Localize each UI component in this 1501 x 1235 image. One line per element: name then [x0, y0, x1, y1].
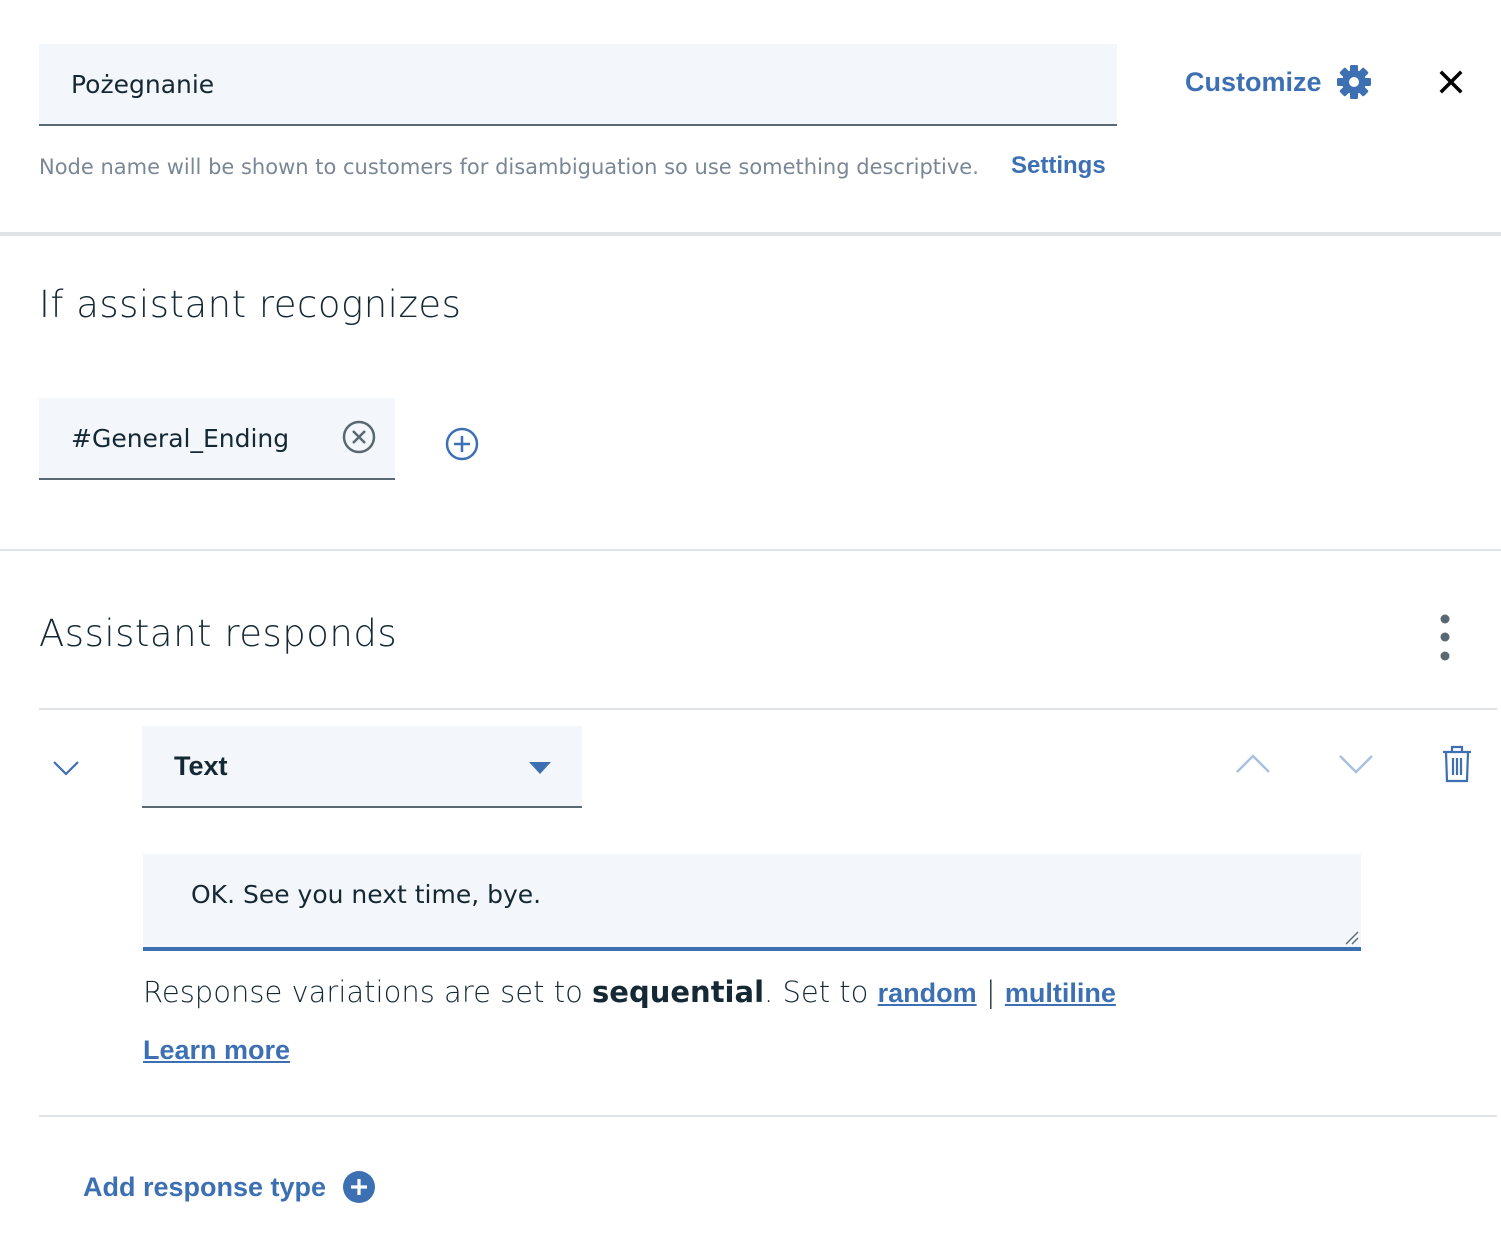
variations-sentence: Response variations are set to sequentia… [143, 975, 1116, 1009]
add-circle-icon[interactable] [444, 426, 480, 462]
chevron-down-icon[interactable] [1336, 748, 1376, 780]
response-type-select[interactable]: Text [142, 726, 582, 808]
customize-label: Customize [1185, 66, 1322, 97]
set-random-link[interactable]: random [878, 978, 977, 1008]
response-variation-input[interactable]: OK. See you next time, bye. [143, 854, 1361, 951]
trash-icon[interactable] [1440, 744, 1474, 784]
node-name-helper-text: Node name will be shown to customers for… [39, 155, 979, 179]
variations-suffix: . Set to [764, 975, 878, 1009]
recognizes-title: If assistant recognizes [39, 283, 462, 326]
caret-down-icon [529, 762, 551, 774]
section-divider [0, 232, 1501, 236]
add-response-type-button[interactable]: Add response type [83, 1170, 376, 1204]
responds-title: Assistant responds [39, 612, 398, 655]
response-divider [39, 1115, 1497, 1117]
resize-handle-icon[interactable] [1343, 929, 1359, 945]
add-response-label: Add response type [83, 1171, 327, 1202]
remove-circle-icon[interactable] [341, 419, 377, 455]
customize-button[interactable]: Customize [1185, 62, 1372, 102]
chevron-up-icon[interactable] [1233, 748, 1273, 780]
section-divider [0, 549, 1501, 551]
set-multiline-link[interactable]: multiline [1005, 978, 1116, 1008]
learn-more-link[interactable]: Learn more [143, 1035, 290, 1066]
gear-icon [1336, 65, 1371, 99]
variations-prefix: Response variations are set to [143, 975, 593, 1009]
response-divider [39, 708, 1497, 710]
chevron-down-icon[interactable] [50, 752, 82, 784]
response-variation-text: OK. See you next time, bye. [191, 880, 542, 909]
add-filled-circle-icon [343, 1171, 376, 1203]
close-icon[interactable] [1432, 63, 1470, 101]
node-name-input[interactable] [39, 44, 1117, 126]
response-type-value: Text [174, 750, 228, 781]
condition-value: #General_Ending [71, 423, 290, 453]
settings-link[interactable]: Settings [1011, 152, 1106, 180]
overflow-menu-icon[interactable] [1425, 612, 1465, 664]
option-separator: | [976, 975, 1005, 1009]
variations-mode: sequential [592, 975, 765, 1009]
